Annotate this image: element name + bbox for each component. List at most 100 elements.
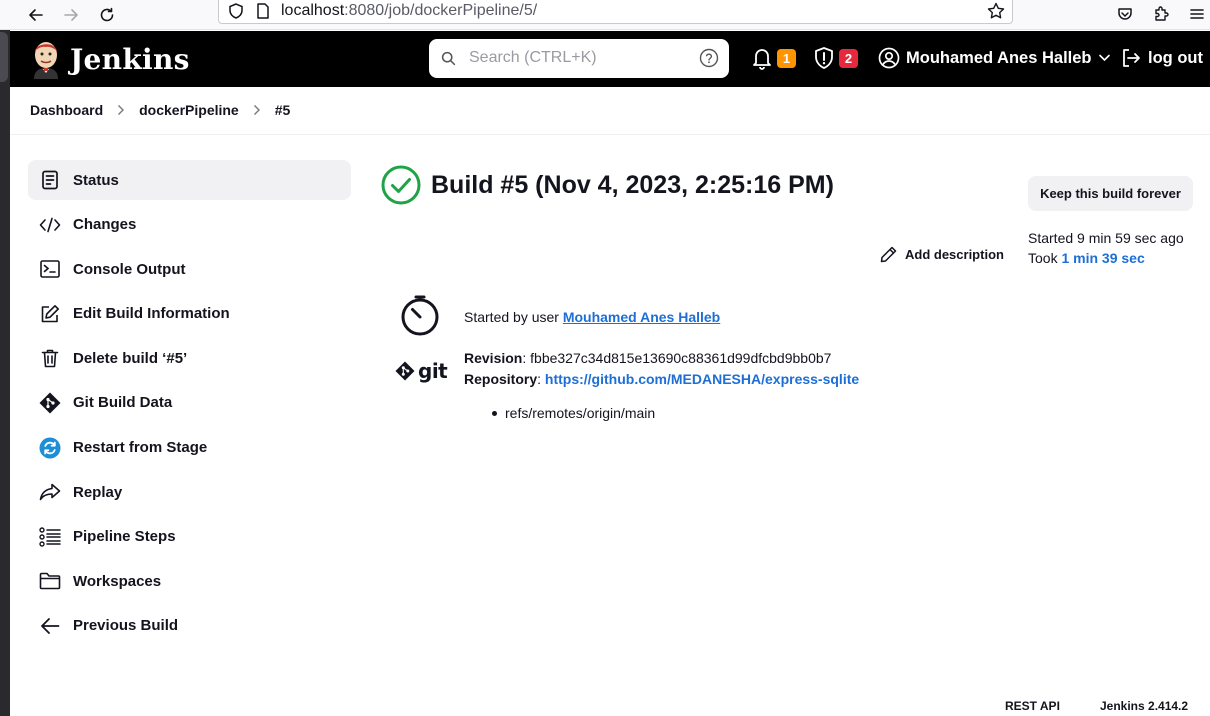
page-icon[interactable] xyxy=(255,2,271,20)
sidebar-item-restart-from-stage[interactable]: Restart from Stage xyxy=(28,428,351,468)
build-timing: Started 9 min 59 sec ago Took 1 min 39 s… xyxy=(1028,228,1184,268)
logout-label: log out xyxy=(1148,48,1203,67)
started-by-row: Started by user Mouhamed Anes Halleb xyxy=(464,309,720,325)
git-icon xyxy=(39,392,61,414)
reload-button[interactable] xyxy=(95,3,119,27)
os-dock-edge xyxy=(0,30,10,716)
sidebar-item-label: Status xyxy=(73,171,119,189)
sidebar-item-label: Workspaces xyxy=(73,572,162,590)
add-description-label: Add description xyxy=(905,247,1004,262)
menu-icon[interactable] xyxy=(1186,3,1208,25)
user-menu[interactable]: Mouhamed Anes Halleb xyxy=(878,47,1110,69)
chevron-right-icon xyxy=(117,104,125,116)
repository-link[interactable]: https://github.com/MEDANESHA/express-sql… xyxy=(545,371,859,387)
sidebar-item-label: Console Output xyxy=(73,260,186,278)
pocket-icon[interactable] xyxy=(1114,3,1136,25)
sidebar-item-label: Delete build ‘#5’ xyxy=(73,349,188,367)
breadcrumb-dashboard[interactable]: Dashboard xyxy=(30,102,103,118)
help-icon[interactable] xyxy=(699,48,719,68)
bell-icon xyxy=(753,49,771,70)
back-button[interactable] xyxy=(24,3,48,27)
sidebar-item-status[interactable]: Status xyxy=(28,160,351,200)
breadcrumb-build[interactable]: #5 xyxy=(275,102,291,118)
pencil-icon xyxy=(880,246,897,263)
bullet xyxy=(492,410,497,416)
breadcrumb: Dashboard dockerPipeline #5 xyxy=(30,102,290,118)
list-icon xyxy=(39,526,61,548)
jenkins-version-link[interactable]: Jenkins 2.414.2 xyxy=(1100,699,1188,713)
rest-api-link[interactable]: REST API xyxy=(1005,699,1060,713)
search-input[interactable] xyxy=(469,46,689,70)
search-icon xyxy=(441,51,456,66)
bookmark-star-icon[interactable] xyxy=(986,1,1006,21)
restart-icon xyxy=(39,437,61,459)
git-logo: git xyxy=(395,359,448,383)
revision-value: fbbe327c34d815e13690c88361d99dfcbd9bb0b7 xyxy=(530,350,832,366)
arrow-left-icon xyxy=(39,615,61,637)
user-name: Mouhamed Anes Halleb xyxy=(906,48,1092,67)
security-badge: 2 xyxy=(839,48,858,68)
sidebar-item-delete-build[interactable]: Delete build ‘#5’ xyxy=(28,338,351,378)
notifications-badge: 1 xyxy=(777,48,796,68)
jenkins-logo[interactable]: Jenkins xyxy=(30,39,190,79)
jenkins-header: Jenkins 1 2 Mouhamed Anes Halleb log out xyxy=(10,31,1210,87)
address-bar[interactable]: localhost:8080/job/dockerPipeline/5/ xyxy=(218,0,1013,24)
reload-icon xyxy=(100,7,114,22)
started-by-user-link[interactable]: Mouhamed Anes Halleb xyxy=(563,309,720,325)
logout-button[interactable]: log out xyxy=(1120,47,1203,69)
sidebar-item-workspaces[interactable]: Workspaces xyxy=(28,561,351,601)
sidebar-item-changes[interactable]: Changes xyxy=(28,205,351,245)
user-avatar-icon xyxy=(878,47,900,69)
sidebar-item-label: Edit Build Information xyxy=(73,305,230,323)
tracking-shield-icon[interactable] xyxy=(227,2,245,20)
document-icon xyxy=(39,169,61,191)
logout-icon xyxy=(1123,49,1140,67)
started-by-prefix: Started by user xyxy=(464,309,563,325)
sidebar-item-pipeline-steps[interactable]: Pipeline Steps xyxy=(28,517,351,557)
repository-row: Repository: https://github.com/MEDANESHA… xyxy=(464,371,860,387)
search-box[interactable] xyxy=(429,39,729,78)
sidebar-item-label: Restart from Stage xyxy=(73,439,208,457)
replay-icon xyxy=(39,481,61,503)
dock-grip xyxy=(0,32,8,82)
edit-icon xyxy=(39,303,61,325)
sidebar-item-console-output[interactable]: Console Output xyxy=(28,249,351,289)
took-row: Took 1 min 39 sec xyxy=(1028,248,1184,268)
code-icon xyxy=(39,214,61,236)
notifications-button[interactable]: 1 xyxy=(751,46,796,70)
revision-label: Revision xyxy=(464,350,523,366)
forward-button[interactable] xyxy=(59,3,83,27)
took-duration-link[interactable]: 1 min 39 sec xyxy=(1061,250,1144,266)
sidebar-item-label: Replay xyxy=(73,483,123,501)
timer-icon xyxy=(401,295,439,336)
breadcrumb-divider xyxy=(10,134,1210,135)
revision-row: Revision: fbbe327c34d815e13690c88361d99d… xyxy=(464,350,832,366)
sidebar: Status Changes Console Output Edit Build… xyxy=(28,160,351,651)
add-description-button[interactable]: Add description xyxy=(880,246,1004,263)
success-check-icon xyxy=(381,165,421,205)
extensions-icon[interactable] xyxy=(1150,3,1172,25)
repository-label: Repository xyxy=(464,371,538,387)
sidebar-item-git-build-data[interactable]: Git Build Data xyxy=(28,383,351,423)
keep-build-forever-button[interactable]: Keep this build forever xyxy=(1028,176,1193,211)
arrow-right-icon xyxy=(64,9,78,21)
arrow-left-icon xyxy=(29,9,43,21)
url-text: localhost:8080/job/dockerPipeline/5/ xyxy=(281,2,538,19)
jenkins-butler-icon xyxy=(34,42,58,79)
breadcrumb-job[interactable]: dockerPipeline xyxy=(139,102,239,118)
took-label: Took xyxy=(1028,250,1062,266)
terminal-icon xyxy=(39,258,61,280)
page-title: Build #5 (Nov 4, 2023, 2:25:16 PM) xyxy=(431,170,834,199)
sidebar-item-label: Git Build Data xyxy=(73,394,173,412)
sidebar-item-previous-build[interactable]: Previous Build xyxy=(28,606,351,646)
chevron-right-icon xyxy=(253,104,261,116)
security-button[interactable]: 2 xyxy=(813,46,858,70)
jenkins-wordmark: Jenkins xyxy=(70,42,190,76)
build-heading: Build #5 (Nov 4, 2023, 2:25:16 PM) xyxy=(381,165,834,205)
sidebar-item-label: Pipeline Steps xyxy=(73,528,176,546)
trash-icon xyxy=(39,347,61,369)
sidebar-item-replay[interactable]: Replay xyxy=(28,472,351,512)
sidebar-item-edit-build-info[interactable]: Edit Build Information xyxy=(28,294,351,334)
sidebar-item-label: Previous Build xyxy=(73,617,179,635)
branch-ref: refs/remotes/origin/main xyxy=(505,405,656,421)
